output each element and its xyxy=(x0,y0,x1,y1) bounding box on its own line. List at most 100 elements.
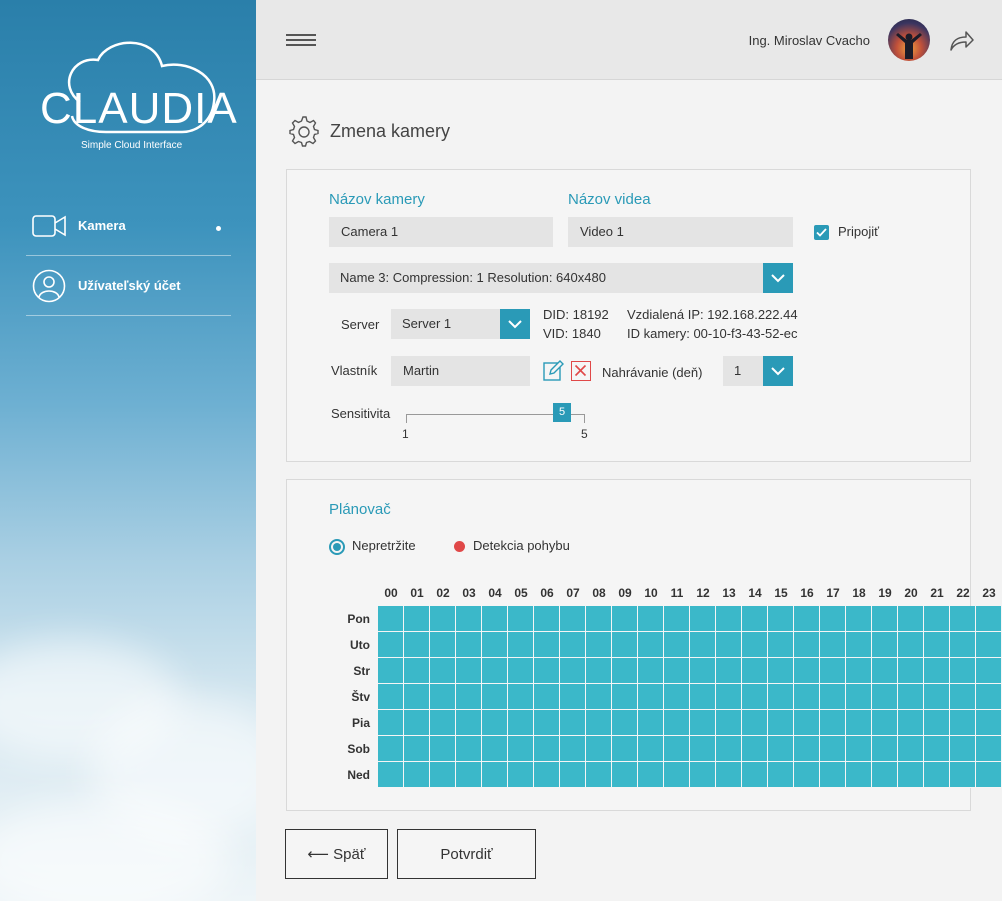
schedule-cell[interactable] xyxy=(638,684,664,710)
schedule-cell[interactable] xyxy=(404,710,430,736)
schedule-cell[interactable] xyxy=(742,632,768,658)
schedule-cell[interactable] xyxy=(508,658,534,684)
schedule-cell[interactable] xyxy=(950,684,976,710)
schedule-cell[interactable] xyxy=(586,736,612,762)
user-name[interactable]: Ing. Miroslav Cvacho xyxy=(749,33,870,48)
schedule-cell[interactable] xyxy=(638,762,664,788)
schedule-cell[interactable] xyxy=(950,762,976,788)
schedule-cell[interactable] xyxy=(404,658,430,684)
schedule-cell[interactable] xyxy=(430,632,456,658)
schedule-cell[interactable] xyxy=(378,632,404,658)
schedule-cell[interactable] xyxy=(976,710,1002,736)
schedule-cell[interactable] xyxy=(924,762,950,788)
schedule-cell[interactable] xyxy=(482,762,508,788)
schedule-cell[interactable] xyxy=(872,710,898,736)
chevron-down-icon[interactable] xyxy=(500,309,530,339)
schedule-cell[interactable] xyxy=(794,632,820,658)
video-name-input[interactable]: Video 1 xyxy=(568,217,793,247)
schedule-cell[interactable] xyxy=(820,762,846,788)
schedule-cell[interactable] xyxy=(690,736,716,762)
schedule-cell[interactable] xyxy=(846,710,872,736)
schedule-cell[interactable] xyxy=(456,606,482,632)
schedule-cell[interactable] xyxy=(456,710,482,736)
schedule-cell[interactable] xyxy=(664,710,690,736)
schedule-cell[interactable] xyxy=(820,710,846,736)
schedule-cell[interactable] xyxy=(794,658,820,684)
schedule-cell[interactable] xyxy=(846,606,872,632)
schedule-cell[interactable] xyxy=(456,684,482,710)
schedule-cell[interactable] xyxy=(924,710,950,736)
schedule-cell[interactable] xyxy=(872,606,898,632)
schedule-cell[interactable] xyxy=(560,606,586,632)
schedule-cell[interactable] xyxy=(534,736,560,762)
schedule-cell[interactable] xyxy=(872,632,898,658)
sidebar-item-user-account[interactable]: Užívateľský účet xyxy=(26,256,231,316)
schedule-cell[interactable] xyxy=(976,684,1002,710)
schedule-cell[interactable] xyxy=(690,632,716,658)
schedule-cell[interactable] xyxy=(378,606,404,632)
schedule-cell[interactable] xyxy=(430,658,456,684)
schedule-cell[interactable] xyxy=(612,710,638,736)
schedule-cell[interactable] xyxy=(794,710,820,736)
schedule-cell[interactable] xyxy=(508,736,534,762)
schedule-cell[interactable] xyxy=(768,762,794,788)
schedule-cell[interactable] xyxy=(378,736,404,762)
schedule-cell[interactable] xyxy=(560,762,586,788)
schedule-cell[interactable] xyxy=(404,684,430,710)
schedule-cell[interactable] xyxy=(638,606,664,632)
schedule-cell[interactable] xyxy=(586,710,612,736)
continuous-radio[interactable] xyxy=(329,539,345,555)
schedule-cell[interactable] xyxy=(976,632,1002,658)
schedule-cell[interactable] xyxy=(638,658,664,684)
schedule-cell[interactable] xyxy=(846,736,872,762)
schedule-cell[interactable] xyxy=(742,762,768,788)
schedule-cell[interactable] xyxy=(820,684,846,710)
schedule-cell[interactable] xyxy=(898,710,924,736)
schedule-cell[interactable] xyxy=(404,632,430,658)
schedule-cell[interactable] xyxy=(820,658,846,684)
schedule-cell[interactable] xyxy=(508,710,534,736)
schedule-cell[interactable] xyxy=(612,658,638,684)
schedule-cell[interactable] xyxy=(586,632,612,658)
schedule-cell[interactable] xyxy=(638,710,664,736)
schedule-cell[interactable] xyxy=(638,736,664,762)
schedule-cell[interactable] xyxy=(690,762,716,788)
schedule-cell[interactable] xyxy=(742,658,768,684)
chevron-down-icon[interactable] xyxy=(763,356,793,386)
schedule-cell[interactable] xyxy=(794,762,820,788)
schedule-cell[interactable] xyxy=(976,658,1002,684)
schedule-cell[interactable] xyxy=(664,762,690,788)
schedule-cell[interactable] xyxy=(950,658,976,684)
schedule-cell[interactable] xyxy=(690,606,716,632)
schedule-cell[interactable] xyxy=(768,736,794,762)
schedule-cell[interactable] xyxy=(872,736,898,762)
schedule-cell[interactable] xyxy=(664,736,690,762)
schedule-cell[interactable] xyxy=(950,606,976,632)
schedule-cell[interactable] xyxy=(534,632,560,658)
schedule-cell[interactable] xyxy=(482,658,508,684)
schedule-cell[interactable] xyxy=(976,762,1002,788)
schedule-cell[interactable] xyxy=(508,632,534,658)
schedule-cell[interactable] xyxy=(898,736,924,762)
schedule-cell[interactable] xyxy=(430,606,456,632)
schedule-cell[interactable] xyxy=(508,606,534,632)
schedule-cell[interactable] xyxy=(898,606,924,632)
schedule-cell[interactable] xyxy=(378,658,404,684)
logout-icon[interactable] xyxy=(948,28,974,54)
schedule-cell[interactable] xyxy=(768,710,794,736)
schedule-cell[interactable] xyxy=(898,684,924,710)
schedule-cell[interactable] xyxy=(378,710,404,736)
schedule-cell[interactable] xyxy=(404,606,430,632)
schedule-cell[interactable] xyxy=(742,684,768,710)
menu-icon[interactable] xyxy=(286,34,316,48)
schedule-cell[interactable] xyxy=(404,762,430,788)
schedule-cell[interactable] xyxy=(716,632,742,658)
schedule-cell[interactable] xyxy=(482,736,508,762)
schedule-cell[interactable] xyxy=(846,762,872,788)
schedule-cell[interactable] xyxy=(534,606,560,632)
schedule-cell[interactable] xyxy=(534,658,560,684)
schedule-cell[interactable] xyxy=(898,632,924,658)
schedule-cell[interactable] xyxy=(872,684,898,710)
schedule-cell[interactable] xyxy=(612,684,638,710)
schedule-cell[interactable] xyxy=(664,632,690,658)
